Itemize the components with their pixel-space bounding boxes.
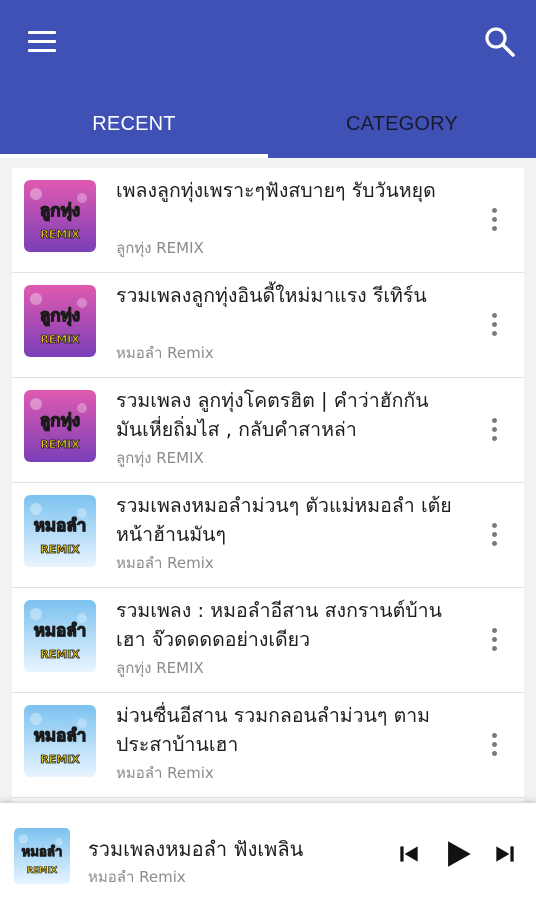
playlist-thumbnail: หมอลำ REMIX [24, 705, 96, 777]
playlist-thumbnail: ลูกทุ่ง REMIX [24, 180, 96, 252]
player-subtitle: หมอลำ Remix [88, 868, 186, 886]
skip-previous-icon [400, 846, 418, 862]
playlist-thumbnail: ลูกทุ่ง REMIX [24, 285, 96, 357]
more-vertical-icon-dot [492, 742, 497, 747]
list-item[interactable]: ลูกทุ่ง REMIX รวมเพลงลูกทุ่งอินดี้ใหม่มา… [12, 273, 524, 378]
thumb-label: หมอลำ [34, 516, 87, 536]
more-vertical-icon-dot [492, 532, 497, 537]
more-vertical-icon [492, 418, 497, 423]
menu-button[interactable] [22, 26, 62, 58]
item-title: รวมเพลง ลูกทุ่งโคตรฮิต | คำว่าฮักกัน มัน… [116, 389, 429, 441]
thumbnail-art: หมอลำ REMIX [14, 828, 70, 884]
list-item[interactable]: หมอลำ REMIX ม่วนซื่นอีสาน รวมกลอนลำม่วนๆ… [12, 693, 524, 798]
item-subtitle: ลูกทุ่ง REMIX [116, 239, 204, 257]
more-vertical-icon-dot [492, 637, 497, 642]
playlist-thumbnail: หมอลำ REMIX [24, 600, 96, 672]
more-vertical-icon [492, 628, 497, 633]
more-options-button[interactable] [482, 204, 506, 236]
thumb-label: ลูกทุ่ง [40, 306, 80, 327]
play-button[interactable] [441, 837, 475, 875]
thumb-badge: REMIX [40, 648, 80, 661]
list-item[interactable]: หมอลำ REMIX รวมเพลง : หมอลำอีสาน สงกรานต… [12, 588, 524, 693]
skip-next-icon [496, 846, 514, 862]
tab-bar: RECENT CATEGORY [0, 90, 536, 158]
playlist-thumbnail: หมอลำ REMIX [24, 495, 96, 567]
play-icon [448, 841, 471, 867]
more-vertical-icon-dot [492, 436, 497, 441]
more-vertical-icon-dot [492, 322, 497, 327]
more-options-button[interactable] [482, 414, 506, 446]
more-vertical-icon-dot [492, 751, 497, 756]
search-button[interactable] [482, 24, 518, 60]
thumb-label: หมอลำ [22, 844, 63, 860]
list-item[interactable]: ลูกทุ่ง REMIX รวมเพลง ลูกทุ่งโคตรฮิต | ค… [12, 378, 524, 483]
more-vertical-icon [492, 208, 497, 213]
item-subtitle: หมอลำ Remix [116, 764, 214, 782]
thumb-label: หมอลำ [34, 726, 87, 746]
more-vertical-icon-dot [492, 217, 497, 222]
thumbnail-art: ลูกทุ่ง REMIX [24, 390, 96, 462]
playlist-thumbnail: ลูกทุ่ง REMIX [24, 390, 96, 462]
next-button[interactable] [492, 841, 518, 871]
more-vertical-icon [492, 313, 497, 318]
player-title: รวมเพลงหมอลำ ฟังเพลิน [88, 837, 304, 861]
more-vertical-icon-dot [492, 331, 497, 336]
thumbnail-art: ลูกทุ่ง REMIX [24, 180, 96, 252]
tab-recent-label: RECENT [92, 112, 176, 135]
previous-button[interactable] [396, 841, 422, 871]
item-subtitle: หมอลำ Remix [116, 344, 214, 362]
more-options-button[interactable] [482, 519, 506, 551]
thumb-label: ลูกทุ่ง [40, 411, 80, 432]
thumb-label: ลูกทุ่ง [40, 201, 80, 222]
more-vertical-icon-dot [492, 541, 497, 546]
item-title: รวมเพลง : หมอลำอีสาน สงกรานต์บ้านเฮา จ๊ว… [116, 599, 442, 651]
more-vertical-icon-dot [492, 646, 497, 651]
thumb-badge: REMIX [40, 753, 80, 766]
thumbnail-art: ลูกทุ่ง REMIX [24, 285, 96, 357]
item-title: เพลงลูกทุ่งเพราะๆฟังสบายๆ รับวันหยุด [116, 179, 436, 202]
more-options-button[interactable] [482, 309, 506, 341]
tab-category-label: CATEGORY [346, 112, 458, 135]
more-vertical-icon-dot [492, 427, 497, 432]
list-item[interactable]: ลูกทุ่ง REMIX เพลงลูกทุ่งเพราะๆฟังสบายๆ … [12, 168, 524, 273]
item-subtitle: ลูกทุ่ง REMIX [116, 659, 204, 677]
tab-recent[interactable]: RECENT [0, 90, 268, 158]
more-vertical-icon [492, 523, 497, 528]
item-title: รวมเพลงหมอลำม่วนๆ ตัวแม่หมอลำ เต้ยหน้าฮ้… [116, 494, 452, 546]
hamburger-menu-icon-bar [28, 49, 56, 52]
thumbnail-art: หมอลำ REMIX [24, 705, 96, 777]
hamburger-menu-icon [28, 31, 56, 34]
item-subtitle: ลูกทุ่ง REMIX [116, 449, 204, 467]
player-thumbnail: หมอลำ REMIX [14, 828, 70, 884]
more-options-button[interactable] [482, 624, 506, 656]
playlist-list[interactable]: ลูกทุ่ง REMIX เพลงลูกทุ่งเพราะๆฟังสบายๆ … [0, 158, 536, 803]
list-item[interactable]: หมอลำ REMIX รวมเพลงหมอลำม่วนๆ ตัวแม่หมอล… [12, 483, 524, 588]
more-vertical-icon [492, 733, 497, 738]
app-bar: RECENT CATEGORY [0, 0, 536, 158]
thumb-badge: REMIX [40, 333, 80, 346]
thumbnail-art: หมอลำ REMIX [24, 600, 96, 672]
thumb-badge: REMIX [40, 543, 80, 556]
playlist-items: ลูกทุ่ง REMIX เพลงลูกทุ่งเพราะๆฟังสบายๆ … [12, 168, 524, 803]
thumbnail-art: หมอลำ REMIX [24, 495, 96, 567]
more-options-button[interactable] [482, 729, 506, 761]
thumb-badge: REMIX [27, 866, 58, 876]
hamburger-menu-icon-bar [28, 40, 56, 43]
item-title: รวมเพลงลูกทุ่งอินดี้ใหม่มาแรง รีเทิร์น [116, 284, 427, 307]
item-title: ม่วนซื่นอีสาน รวมกลอนลำม่วนๆ ตามประสาบ้า… [116, 704, 431, 756]
search-icon [485, 27, 515, 57]
tab-category[interactable]: CATEGORY [268, 90, 536, 158]
more-vertical-icon-dot [492, 226, 497, 231]
item-subtitle: หมอลำ Remix [116, 554, 214, 572]
thumb-label: หมอลำ [34, 621, 87, 641]
thumb-badge: REMIX [40, 228, 80, 241]
mini-player[interactable]: หมอลำ REMIX รวมเพลงหมอลำ ฟังเพลิน หมอลำ … [0, 803, 536, 900]
thumb-badge: REMIX [40, 438, 80, 451]
